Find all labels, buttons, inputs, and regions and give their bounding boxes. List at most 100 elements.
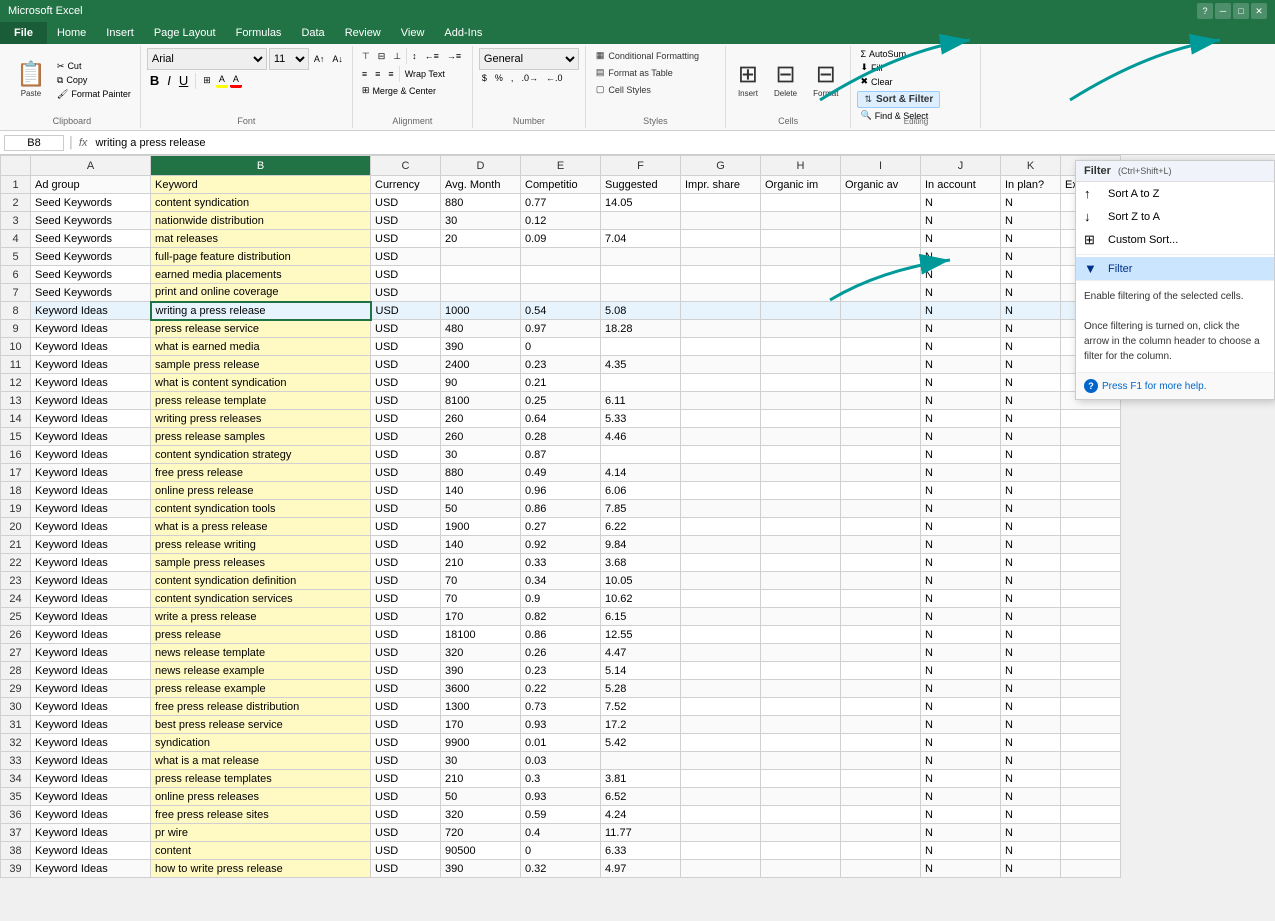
cell-e12[interactable]: 0.21 [521,374,601,392]
cell-k2[interactable]: N [1001,194,1061,212]
row-num-34[interactable]: 34 [1,770,31,788]
cell-extra-39[interactable] [1061,860,1121,878]
row-num-16[interactable]: 16 [1,446,31,464]
header-impr-share[interactable]: Impr. share [681,176,761,194]
cell-e22[interactable]: 0.33 [521,554,601,572]
row-num-27[interactable]: 27 [1,644,31,662]
cell-extra-19[interactable] [1061,500,1121,518]
cell-d24[interactable]: 70 [441,590,521,608]
cell-i36[interactable] [841,806,921,824]
cell-h32[interactable] [761,734,841,752]
cell-j6[interactable]: N [921,266,1001,284]
cell-f30[interactable]: 7.52 [601,698,681,716]
cell-f22[interactable]: 3.68 [601,554,681,572]
cell-extra-32[interactable] [1061,734,1121,752]
cell-h27[interactable] [761,644,841,662]
cell-c29[interactable]: USD [371,680,441,698]
header-organic-av[interactable]: Organic av [841,176,921,194]
cell-j23[interactable]: N [921,572,1001,590]
cell-j10[interactable]: N [921,338,1001,356]
cell-a25[interactable]: Keyword Ideas [31,608,151,626]
cell-b18[interactable]: online press release [151,482,371,500]
row-num-30[interactable]: 30 [1,698,31,716]
cell-g33[interactable] [681,752,761,770]
row-num-26[interactable]: 26 [1,626,31,644]
cell-c19[interactable]: USD [371,500,441,518]
cell-c30[interactable]: USD [371,698,441,716]
row-num-5[interactable]: 5 [1,248,31,266]
cell-g17[interactable] [681,464,761,482]
row-num-38[interactable]: 38 [1,842,31,860]
cell-c28[interactable]: USD [371,662,441,680]
cell-a9[interactable]: Keyword Ideas [31,320,151,338]
cell-c11[interactable]: USD [371,356,441,374]
row-num-22[interactable]: 22 [1,554,31,572]
cell-a15[interactable]: Keyword Ideas [31,428,151,446]
row-num-39[interactable]: 39 [1,860,31,878]
cell-j17[interactable]: N [921,464,1001,482]
cell-i6[interactable] [841,266,921,284]
cell-d6[interactable] [441,266,521,284]
header-organic-im[interactable]: Organic im [761,176,841,194]
cell-h18[interactable] [761,482,841,500]
cell-h22[interactable] [761,554,841,572]
cell-k34[interactable]: N [1001,770,1061,788]
font-color-button[interactable]: A [230,73,242,88]
row-num-18[interactable]: 18 [1,482,31,500]
cell-c26[interactable]: USD [371,626,441,644]
increase-font-btn[interactable]: A↑ [311,53,328,65]
insert-btn[interactable]: ⊞ Insert [732,50,764,110]
comma-btn[interactable]: , [508,72,517,84]
cell-e4[interactable]: 0.09 [521,230,601,248]
col-header-h[interactable]: H [761,156,841,176]
cell-b32[interactable]: syndication [151,734,371,752]
cell-extra-14[interactable] [1061,410,1121,428]
cell-i15[interactable] [841,428,921,446]
header-in-plan[interactable]: In plan? [1001,176,1061,194]
col-header-k[interactable]: K [1001,156,1061,176]
cell-g29[interactable] [681,680,761,698]
cell-f35[interactable]: 6.52 [601,788,681,806]
font-name-select[interactable]: Arial [147,48,267,70]
cell-j21[interactable]: N [921,536,1001,554]
cell-e24[interactable]: 0.9 [521,590,601,608]
row-num-7[interactable]: 7 [1,284,31,302]
cell-extra-20[interactable] [1061,518,1121,536]
minimize-btn[interactable]: ─ [1215,3,1231,19]
formulas-menu[interactable]: Formulas [226,22,292,44]
maximize-btn[interactable]: □ [1233,3,1249,19]
cell-b11[interactable]: sample press release [151,356,371,374]
cell-d33[interactable]: 30 [441,752,521,770]
cell-f26[interactable]: 12.55 [601,626,681,644]
header-in-account[interactable]: In account [921,176,1001,194]
cell-c39[interactable]: USD [371,860,441,878]
cell-k3[interactable]: N [1001,212,1061,230]
cell-a29[interactable]: Keyword Ideas [31,680,151,698]
cell-h19[interactable] [761,500,841,518]
cell-k35[interactable]: N [1001,788,1061,806]
cell-d15[interactable]: 260 [441,428,521,446]
cell-e10[interactable]: 0 [521,338,601,356]
cell-e14[interactable]: 0.64 [521,410,601,428]
cell-j8[interactable]: N [921,302,1001,320]
cell-b12[interactable]: what is content syndication [151,374,371,392]
header-competition[interactable]: Competitio [521,176,601,194]
cell-i33[interactable] [841,752,921,770]
cell-j20[interactable]: N [921,518,1001,536]
cell-c38[interactable]: USD [371,842,441,860]
cell-extra-15[interactable] [1061,428,1121,446]
cell-f39[interactable]: 4.97 [601,860,681,878]
row-num-25[interactable]: 25 [1,608,31,626]
cell-a11[interactable]: Keyword Ideas [31,356,151,374]
cell-d7[interactable] [441,284,521,302]
cell-d29[interactable]: 3600 [441,680,521,698]
cell-a17[interactable]: Keyword Ideas [31,464,151,482]
cell-d31[interactable]: 170 [441,716,521,734]
cell-j34[interactable]: N [921,770,1001,788]
cell-e15[interactable]: 0.28 [521,428,601,446]
cell-i26[interactable] [841,626,921,644]
cell-f29[interactable]: 5.28 [601,680,681,698]
cell-j37[interactable]: N [921,824,1001,842]
cell-i2[interactable] [841,194,921,212]
cell-j26[interactable]: N [921,626,1001,644]
